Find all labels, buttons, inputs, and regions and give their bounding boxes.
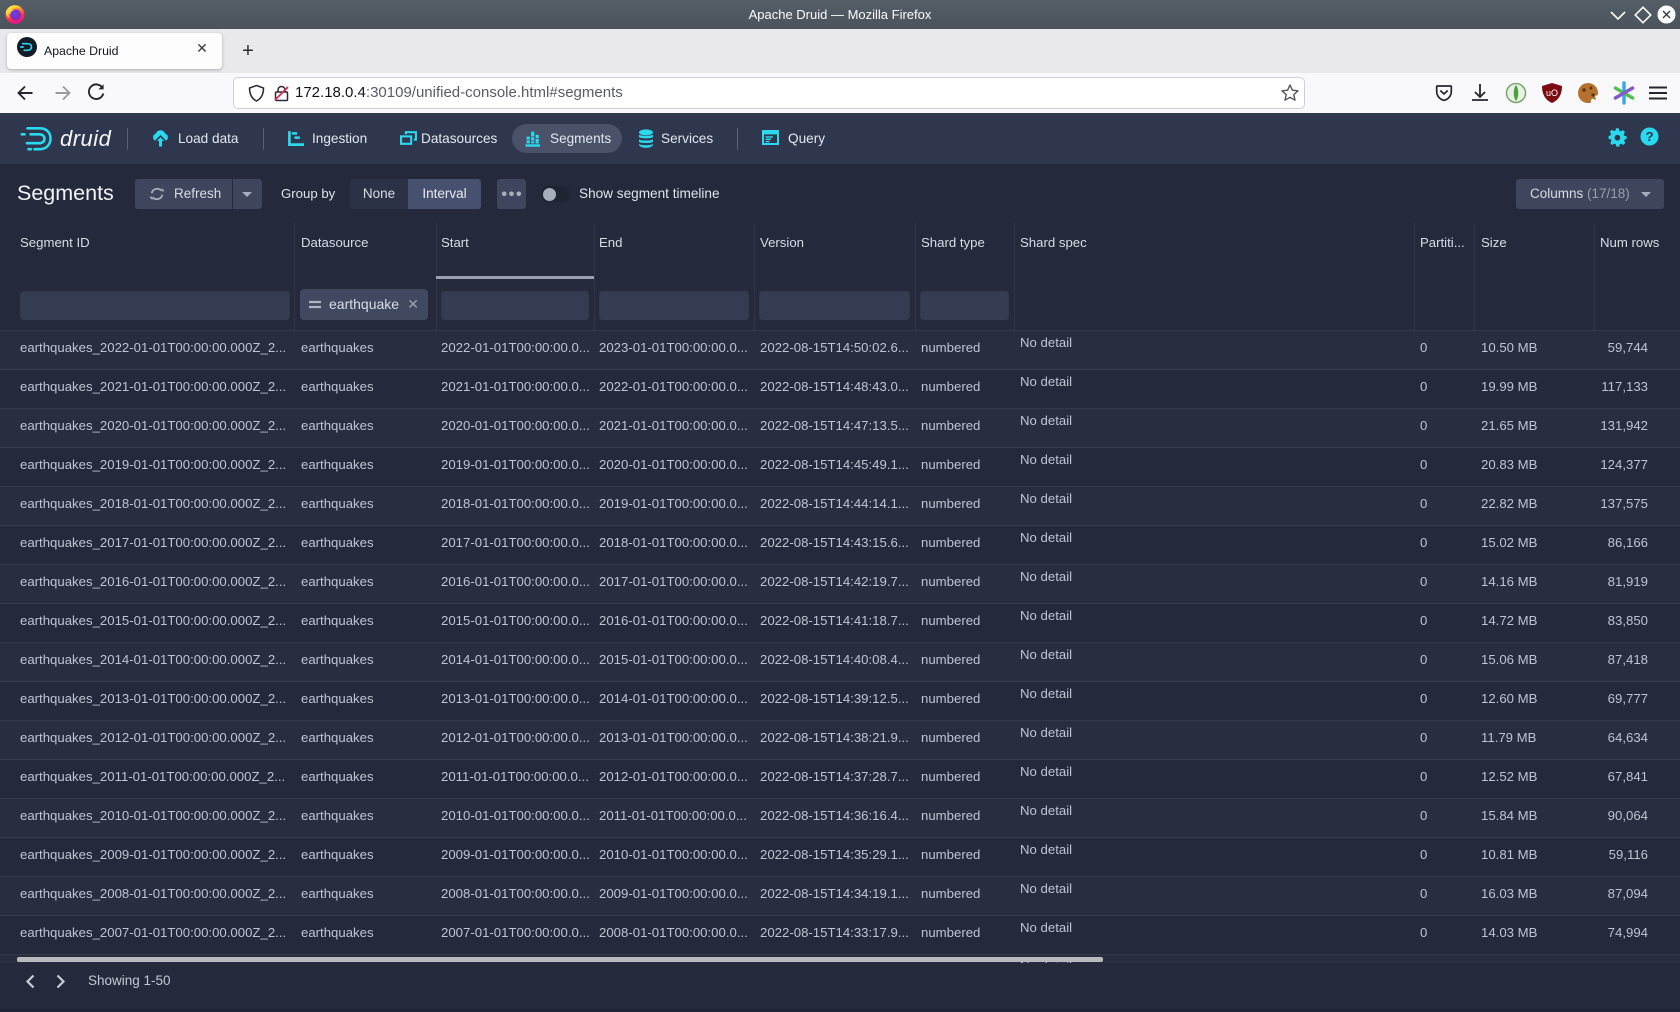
svg-text:uO: uO	[1546, 88, 1558, 98]
svg-text:?: ?	[1645, 129, 1653, 144]
